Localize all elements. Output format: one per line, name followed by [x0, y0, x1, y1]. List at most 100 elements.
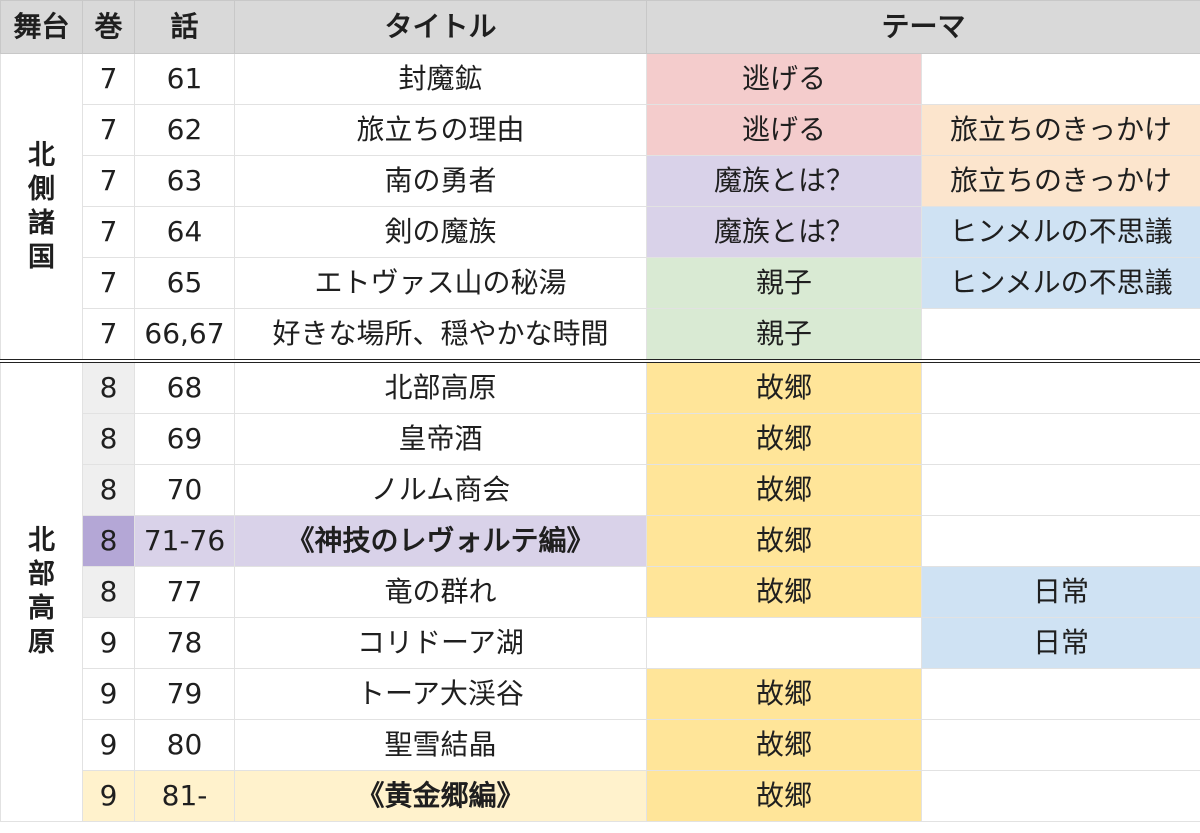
theme-secondary-cell[interactable]: ヒンメルの不思議 — [920, 206, 1200, 258]
table-row: 8 71-76 《神技のレヴォルテ編》 故郷 — [1, 515, 1200, 567]
episode-cell[interactable]: 69 — [134, 413, 235, 465]
theme-secondary-cell[interactable] — [920, 770, 1200, 822]
episode-cell[interactable]: 78 — [134, 617, 235, 669]
volume-cell[interactable]: 7 — [82, 104, 135, 156]
table-row: 9 79 トーア大渓谷 故郷 — [1, 668, 1200, 720]
volume-cell[interactable]: 8 — [82, 566, 135, 618]
region-cell[interactable]: 北部高原 — [0, 360, 83, 822]
episode-cell[interactable]: 77 — [134, 566, 235, 618]
theme-primary-cell[interactable]: 親子 — [646, 308, 922, 363]
theme-primary-cell[interactable]: 故郷 — [646, 719, 922, 771]
episode-cell[interactable]: 71-76 — [134, 515, 235, 567]
title-cell[interactable]: 北部高原 — [234, 360, 647, 414]
volume-cell[interactable]: 8 — [82, 464, 135, 516]
table-row: 7 64 剣の魔族 魔族とは？ ヒンメルの不思議 — [1, 206, 1200, 258]
episode-cell[interactable]: 65 — [134, 257, 235, 309]
region-char: 部 — [28, 559, 55, 590]
header-volume[interactable]: 巻 — [82, 0, 135, 54]
episode-cell[interactable]: 66,67 — [134, 308, 235, 363]
theme-secondary-cell[interactable]: 旅立ちのきっかけ — [920, 155, 1200, 207]
theme-secondary-cell[interactable]: 日常 — [920, 566, 1200, 618]
theme-secondary-cell[interactable] — [920, 53, 1200, 105]
episode-cell[interactable]: 64 — [134, 206, 235, 258]
volume-cell[interactable]: 7 — [82, 155, 135, 207]
episode-cell[interactable]: 80 — [134, 719, 235, 771]
table-row: 7 63 南の勇者 魔族とは？ 旅立ちのきっかけ — [1, 155, 1200, 207]
title-cell[interactable]: 《黄金郷編》 — [234, 770, 647, 822]
title-cell[interactable]: 旅立ちの理由 — [234, 104, 647, 156]
theme-secondary-cell[interactable] — [920, 360, 1200, 414]
theme-primary-cell[interactable]: 魔族とは？ — [646, 206, 922, 258]
theme-secondary-cell[interactable]: 日常 — [920, 617, 1200, 669]
table-body: 舞台 巻 話 タイトル テーマ 北側諸国 7 61 封魔鉱 逃げる 7 62 旅立ちの理由 逃げ… — [0, 0, 1200, 822]
volume-cell[interactable]: 9 — [82, 668, 135, 720]
theme-secondary-cell[interactable] — [920, 668, 1200, 720]
episode-cell[interactable]: 79 — [134, 668, 235, 720]
table-row: 9 80 聖雪結晶 故郷 — [1, 719, 1200, 771]
theme-primary-cell[interactable]: 故郷 — [646, 770, 922, 822]
episode-cell[interactable]: 62 — [134, 104, 235, 156]
theme-primary-cell[interactable]: 故郷 — [646, 360, 922, 414]
title-cell[interactable]: 竜の群れ — [234, 566, 647, 618]
theme-primary-cell[interactable] — [646, 617, 922, 669]
episode-cell[interactable]: 61 — [134, 53, 235, 105]
title-cell[interactable]: 聖雪結晶 — [234, 719, 647, 771]
volume-cell[interactable]: 8 — [82, 360, 135, 414]
region-char: 北 — [28, 525, 55, 556]
title-cell[interactable]: 好きな場所、穏やかな時間 — [234, 308, 647, 363]
theme-secondary-cell[interactable]: 旅立ちのきっかけ — [920, 104, 1200, 156]
theme-primary-cell[interactable]: 逃げる — [646, 104, 922, 156]
volume-cell[interactable]: 7 — [82, 308, 135, 363]
title-cell[interactable]: 剣の魔族 — [234, 206, 647, 258]
table-row: 9 78 コリドーア湖 日常 — [1, 617, 1200, 669]
theme-primary-cell[interactable]: 逃げる — [646, 53, 922, 105]
title-cell[interactable]: 南の勇者 — [234, 155, 647, 207]
volume-cell[interactable]: 7 — [82, 53, 135, 105]
title-cell[interactable]: 皇帝酒 — [234, 413, 647, 465]
episode-cell[interactable]: 70 — [134, 464, 235, 516]
title-cell[interactable]: ノルム商会 — [234, 464, 647, 516]
volume-cell[interactable]: 8 — [82, 515, 135, 567]
header-episode[interactable]: 話 — [134, 0, 235, 54]
title-cell[interactable]: 《神技のレヴォルテ編》 — [234, 515, 647, 567]
volume-cell[interactable]: 7 — [82, 206, 135, 258]
theme-primary-cell[interactable]: 親子 — [646, 257, 922, 309]
theme-secondary-cell[interactable] — [920, 413, 1200, 465]
theme-secondary-cell[interactable] — [920, 515, 1200, 567]
title-cell[interactable]: コリドーア湖 — [234, 617, 647, 669]
region-cell[interactable]: 北側諸国 — [0, 53, 83, 363]
theme-primary-cell[interactable]: 故郷 — [646, 668, 922, 720]
region-char: 諸 — [28, 207, 55, 239]
table-row: 8 69 皇帝酒 故郷 — [1, 413, 1200, 465]
title-cell[interactable]: エトヴァス山の秘湯 — [234, 257, 647, 309]
table-row: 8 77 竜の群れ 故郷 日常 — [1, 566, 1200, 618]
episode-cell[interactable]: 63 — [134, 155, 235, 207]
episode-cell[interactable]: 81- — [134, 770, 235, 822]
header-region[interactable]: 舞台 — [0, 0, 83, 54]
episode-table: 舞台 巻 話 タイトル テーマ 北側諸国 7 61 封魔鉱 逃げる 7 62 旅立ちの理由 逃げ… — [0, 0, 1200, 822]
theme-secondary-cell[interactable]: ヒンメルの不思議 — [920, 257, 1200, 309]
theme-primary-cell[interactable]: 故郷 — [646, 464, 922, 516]
region-char: 北 — [28, 139, 55, 171]
volume-cell[interactable]: 9 — [82, 719, 135, 771]
table-row: 7 62 旅立ちの理由 逃げる 旅立ちのきっかけ — [1, 104, 1200, 156]
theme-primary-cell[interactable]: 故郷 — [646, 566, 922, 618]
volume-cell[interactable]: 9 — [82, 617, 135, 669]
theme-primary-cell[interactable]: 魔族とは？ — [646, 155, 922, 207]
region-char: 側 — [28, 173, 55, 205]
theme-secondary-cell[interactable] — [920, 308, 1200, 363]
table-row: 北部高原 8 68 北部高原 故郷 — [0, 360, 1200, 822]
theme-primary-cell[interactable]: 故郷 — [646, 515, 922, 567]
theme-primary-cell[interactable]: 故郷 — [646, 413, 922, 465]
theme-secondary-cell[interactable] — [920, 719, 1200, 771]
header-title[interactable]: タイトル — [234, 0, 647, 54]
header-theme[interactable]: テーマ — [645, 0, 1200, 54]
theme-secondary-cell[interactable] — [920, 464, 1200, 516]
volume-cell[interactable]: 8 — [82, 413, 135, 465]
episode-cell[interactable]: 68 — [134, 360, 235, 414]
title-cell[interactable]: 封魔鉱 — [234, 53, 647, 105]
title-cell[interactable]: トーア大渓谷 — [234, 668, 647, 720]
region-char: 高 — [28, 593, 55, 624]
volume-cell[interactable]: 9 — [82, 770, 135, 822]
volume-cell[interactable]: 7 — [82, 257, 135, 309]
